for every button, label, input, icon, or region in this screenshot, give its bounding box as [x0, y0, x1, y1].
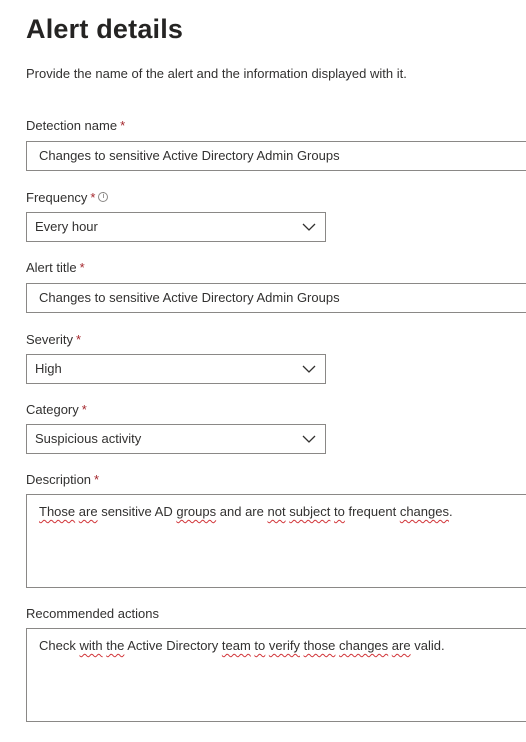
description-label-text: Description — [26, 472, 92, 487]
chevron-down-icon — [302, 365, 316, 373]
page-subtitle: Provide the name of the alert and the in… — [26, 66, 407, 81]
category-dropdown[interactable]: Suspicious activity — [26, 424, 326, 454]
required-asterisk: * — [94, 472, 100, 487]
required-asterisk: * — [81, 402, 87, 417]
textarea-word: not — [267, 504, 286, 519]
textarea-word: are — [245, 504, 264, 519]
severity-label-text: Severity — [26, 332, 73, 347]
alert-title-label: Alert title * — [26, 260, 85, 275]
textarea-word: to — [254, 638, 266, 653]
alert-details-page: Alert details Provide the name of the al… — [0, 0, 526, 742]
textarea-word: valid. — [414, 638, 445, 653]
description-label: Description * — [26, 472, 99, 487]
textarea-word: sensitive — [101, 504, 152, 519]
required-asterisk: * — [120, 118, 126, 133]
textarea-word: groups — [176, 504, 217, 519]
textarea-word: frequent — [348, 504, 397, 519]
detection-name-label-text: Detection name — [26, 118, 118, 133]
textarea-word: are — [391, 638, 411, 653]
alert-title-input[interactable]: Changes to sensitive Active Directory Ad… — [26, 283, 526, 313]
recommended-actions-label-text: Recommended actions — [26, 606, 159, 621]
textarea-word: the — [106, 638, 125, 653]
required-asterisk: * — [79, 260, 85, 275]
frequency-selected-value: Every hour — [35, 219, 98, 234]
category-label: Category * — [26, 402, 87, 417]
textarea-word: and — [219, 504, 242, 519]
textarea-word: changes — [339, 638, 389, 653]
alert-title-label-text: Alert title — [26, 260, 77, 275]
textarea-word: Active — [127, 638, 163, 653]
severity-label: Severity * — [26, 332, 81, 347]
category-label-text: Category — [26, 402, 79, 417]
textarea-word: verify — [268, 638, 300, 653]
description-textarea[interactable]: Those are sensitive AD groups and are no… — [26, 494, 526, 588]
detection-name-label: Detection name * — [26, 118, 125, 133]
frequency-label-text: Frequency — [26, 190, 88, 205]
frequency-dropdown[interactable]: Every hour — [26, 212, 326, 242]
chevron-down-icon — [302, 223, 316, 231]
textarea-word: AD — [154, 504, 173, 519]
textarea-word: team — [221, 638, 251, 653]
required-asterisk: * — [75, 332, 82, 347]
page-title: Alert details — [26, 14, 184, 44]
textarea-word: Those — [39, 504, 76, 519]
required-asterisk: * — [90, 190, 96, 205]
recommended-actions-textarea[interactable]: Check with the Active Directory team to … — [26, 628, 526, 722]
frequency-label: Frequency * i — [26, 190, 109, 205]
recommended-actions-label: Recommended actions — [26, 606, 159, 621]
textarea-word: are — [78, 504, 98, 519]
textarea-word: Directory — [166, 638, 219, 653]
severity-selected-value: High — [35, 361, 62, 376]
textarea-word: Check — [39, 638, 76, 653]
textarea-word: to — [334, 504, 345, 519]
detection-name-input[interactable]: Changes to sensitive Active Directory Ad… — [26, 141, 526, 171]
severity-dropdown[interactable]: High — [26, 354, 326, 384]
textarea-word: those — [303, 638, 336, 653]
textarea-word: subject — [289, 504, 331, 519]
info-circle-icon[interactable]: i — [98, 192, 109, 202]
category-selected-value: Suspicious activity — [35, 431, 142, 446]
chevron-down-icon — [302, 435, 316, 443]
textarea-word: changes. — [399, 504, 453, 519]
textarea-word: with — [79, 638, 103, 653]
